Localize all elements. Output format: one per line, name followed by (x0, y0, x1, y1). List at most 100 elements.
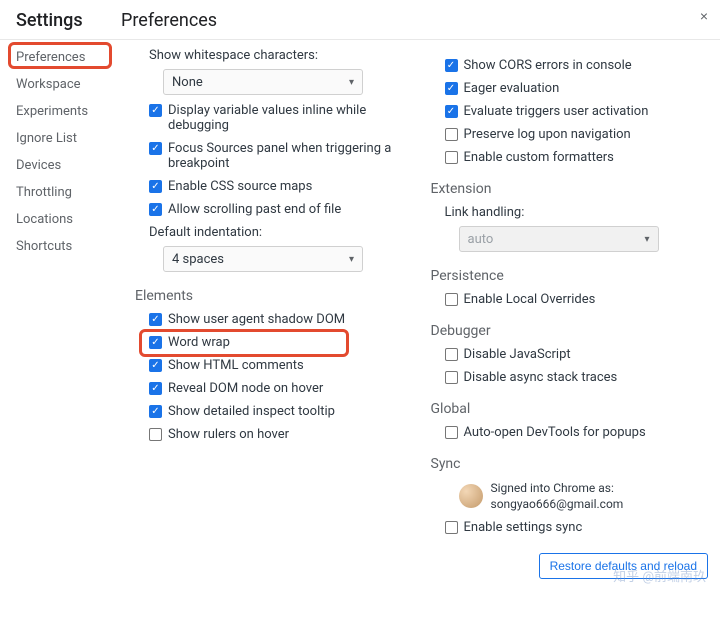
section-debugger: Debugger (431, 323, 709, 339)
label-rulers-hover: Show rulers on hover (168, 427, 289, 442)
row-detailed-tooltip: Show detailed inspect tooltip (149, 404, 413, 419)
checkbox-cors[interactable] (445, 59, 458, 72)
caret-down-icon: ▾ (644, 234, 649, 245)
label-enable-sync: Enable settings sync (464, 520, 583, 535)
section-global: Global (431, 401, 709, 417)
sidebar-item-experiments[interactable]: Experiments (0, 98, 121, 125)
close-button[interactable]: × (700, 8, 708, 24)
row-cors: Show CORS errors in console (445, 58, 709, 73)
row-focus-sources: Focus Sources panel when triggering a br… (149, 141, 413, 171)
caret-down-icon: ▾ (349, 77, 354, 88)
label-disable-async: Disable async stack traces (464, 370, 618, 385)
checkbox-rulers-hover[interactable] (149, 428, 162, 441)
row-disable-async: Disable async stack traces (445, 370, 709, 385)
label-detailed-tooltip: Show detailed inspect tooltip (168, 404, 335, 419)
avatar (459, 484, 483, 508)
row-word-wrap: Word wrap (149, 335, 413, 350)
section-persistence: Persistence (431, 268, 709, 284)
select-link-handling-value: auto (468, 232, 494, 247)
checkbox-scroll-past[interactable] (149, 203, 162, 216)
label-cors: Show CORS errors in console (464, 58, 632, 73)
label-shadow-dom: Show user agent shadow DOM (168, 312, 345, 327)
section-extension: Extension (431, 181, 709, 197)
checkbox-preserve-log[interactable] (445, 128, 458, 141)
select-whitespace-value: None (172, 75, 203, 90)
checkbox-css-maps[interactable] (149, 180, 162, 193)
row-display-inline: Display variable values inline while deb… (149, 103, 413, 133)
select-indentation[interactable]: 4 spaces ▾ (163, 246, 363, 272)
checkbox-eager[interactable] (445, 82, 458, 95)
row-rulers-hover: Show rulers on hover (149, 427, 413, 442)
section-sync: Sync (431, 456, 709, 472)
checkbox-shadow-dom[interactable] (149, 313, 162, 326)
checkbox-focus-sources[interactable] (149, 142, 162, 155)
sidebar-item-ignore-list[interactable]: Ignore List (0, 125, 121, 152)
checkbox-local-overrides[interactable] (445, 293, 458, 306)
label-focus-sources: Focus Sources panel when triggering a br… (168, 141, 413, 171)
sync-account-text: Signed into Chrome as: songyao666@gmail.… (491, 480, 624, 512)
page-title: Preferences (121, 10, 217, 31)
checkbox-display-inline[interactable] (149, 104, 162, 117)
sidebar: Preferences Workspace Experiments Ignore… (0, 40, 121, 631)
select-whitespace[interactable]: None ▾ (163, 69, 363, 95)
row-custom-fmt: Enable custom formatters (445, 150, 709, 165)
settings-title: Settings (16, 10, 121, 31)
label-preserve-log: Preserve log upon navigation (464, 127, 631, 142)
label-eval-activation: Evaluate triggers user activation (464, 104, 649, 119)
label-html-comments: Show HTML comments (168, 358, 304, 373)
row-css-maps: Enable CSS source maps (149, 179, 413, 194)
header: Settings Preferences × (0, 0, 720, 40)
label-eager: Eager evaluation (464, 81, 560, 96)
row-html-comments: Show HTML comments (149, 358, 413, 373)
sidebar-item-throttling[interactable]: Throttling (0, 179, 121, 206)
checkbox-auto-open[interactable] (445, 426, 458, 439)
restore-defaults-button[interactable]: Restore defaults and reload (539, 553, 708, 579)
select-indentation-value: 4 spaces (172, 252, 224, 267)
row-preserve-log: Preserve log upon navigation (445, 127, 709, 142)
select-link-handling[interactable]: auto ▾ (459, 226, 659, 252)
label-reveal-hover: Reveal DOM node on hover (168, 381, 323, 396)
sync-line1: Signed into Chrome as: (491, 480, 624, 496)
checkbox-disable-js[interactable] (445, 348, 458, 361)
checkbox-html-comments[interactable] (149, 359, 162, 372)
row-auto-open: Auto-open DevTools for popups (445, 425, 709, 440)
checkbox-detailed-tooltip[interactable] (149, 405, 162, 418)
checkbox-custom-fmt[interactable] (445, 151, 458, 164)
label-display-inline: Display variable values inline while deb… (168, 103, 413, 133)
row-reveal-hover: Reveal DOM node on hover (149, 381, 413, 396)
checkbox-enable-sync[interactable] (445, 521, 458, 534)
label-local-overrides: Enable Local Overrides (464, 292, 596, 307)
sync-line2: songyao666@gmail.com (491, 496, 624, 512)
row-eager: Eager evaluation (445, 81, 709, 96)
label-word-wrap: Word wrap (168, 335, 230, 350)
column-right: Show CORS errors in console Eager evalua… (431, 40, 715, 631)
column-left: Show whitespace characters: None ▾ Displ… (135, 40, 431, 631)
content: Show whitespace characters: None ▾ Displ… (121, 40, 720, 631)
sidebar-item-workspace[interactable]: Workspace (0, 71, 121, 98)
sync-account-row: Signed into Chrome as: songyao666@gmail.… (459, 480, 709, 512)
label-indentation: Default indentation: (149, 225, 413, 240)
row-enable-sync: Enable settings sync (445, 520, 709, 535)
label-scroll-past: Allow scrolling past end of file (168, 202, 341, 217)
checkbox-eval-activation[interactable] (445, 105, 458, 118)
sidebar-item-shortcuts[interactable]: Shortcuts (0, 233, 121, 260)
checkbox-reveal-hover[interactable] (149, 382, 162, 395)
sidebar-item-locations[interactable]: Locations (0, 206, 121, 233)
checkbox-disable-async[interactable] (445, 371, 458, 384)
checkbox-word-wrap[interactable] (149, 336, 162, 349)
label-disable-js: Disable JavaScript (464, 347, 571, 362)
label-css-maps: Enable CSS source maps (168, 179, 312, 194)
label-link-handling: Link handling: (445, 205, 709, 220)
label-auto-open: Auto-open DevTools for popups (464, 425, 646, 440)
row-local-overrides: Enable Local Overrides (445, 292, 709, 307)
row-shadow-dom: Show user agent shadow DOM (149, 312, 413, 327)
caret-down-icon: ▾ (349, 254, 354, 265)
sidebar-item-preferences[interactable]: Preferences (0, 44, 121, 71)
row-eval-activation: Evaluate triggers user activation (445, 104, 709, 119)
label-whitespace: Show whitespace characters: (149, 48, 413, 63)
section-elements: Elements (135, 288, 413, 304)
row-scroll-past: Allow scrolling past end of file (149, 202, 413, 217)
row-disable-js: Disable JavaScript (445, 347, 709, 362)
label-custom-fmt: Enable custom formatters (464, 150, 614, 165)
sidebar-item-devices[interactable]: Devices (0, 152, 121, 179)
